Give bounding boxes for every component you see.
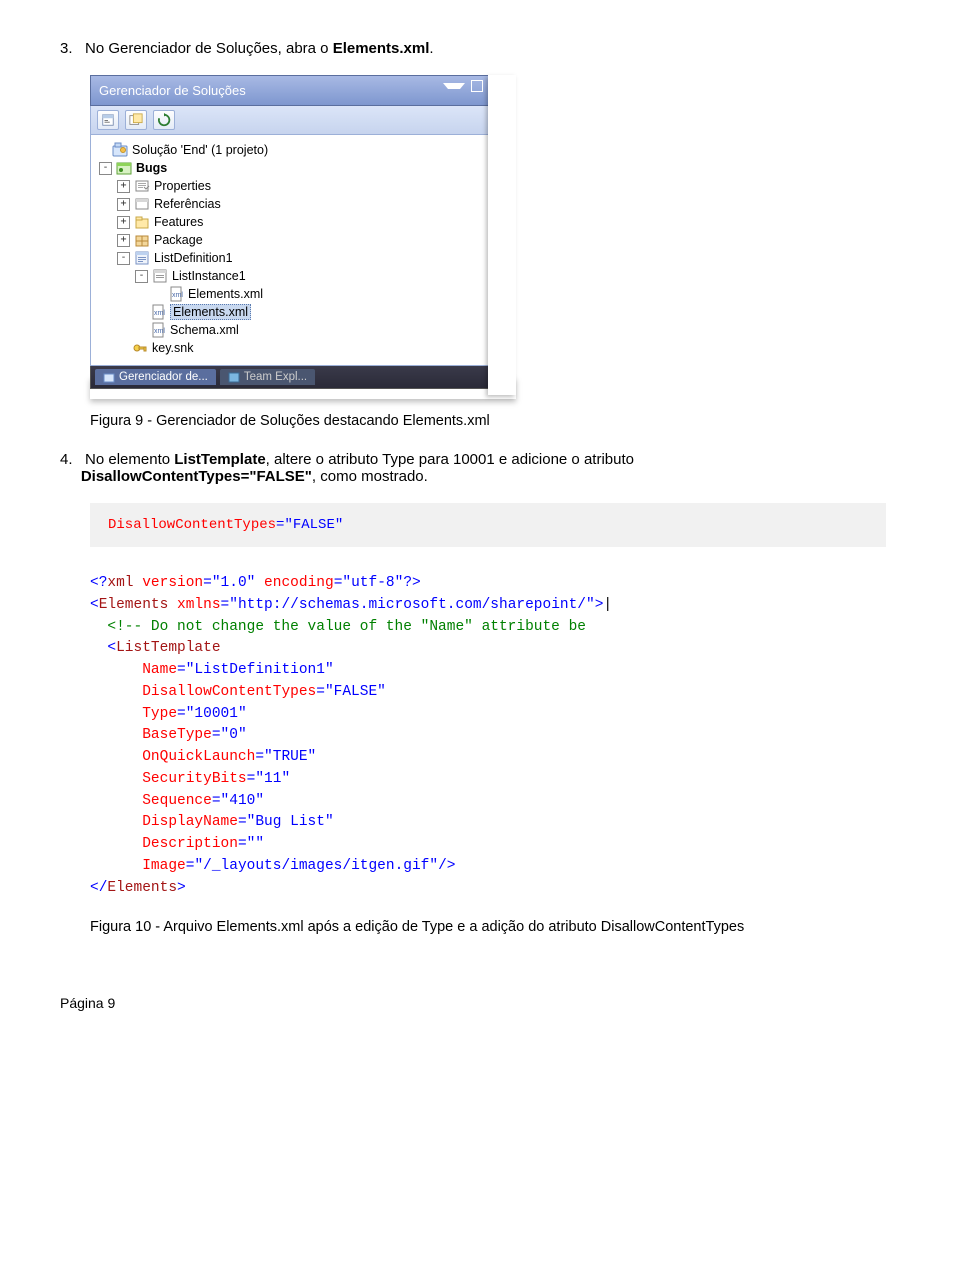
tree-item-elements-instance[interactable]: Elements.xml bbox=[188, 287, 263, 301]
tab-team-explorer[interactable]: Team Expl... bbox=[220, 369, 315, 385]
step-bold: DisallowContentTypes="FALSE" bbox=[81, 468, 312, 485]
panel-toolbar bbox=[90, 106, 510, 135]
panel-titlebar: Gerenciador de Soluções × bbox=[90, 75, 510, 106]
package-icon bbox=[134, 232, 150, 248]
step-3: 3. No Gerenciador de Soluções, abra o El… bbox=[60, 40, 900, 57]
tree-item-references[interactable]: Referências bbox=[154, 197, 221, 211]
figure-10-caption: Figura 10 - Arquivo Elements.xml após a … bbox=[90, 919, 900, 935]
listinstance-icon bbox=[152, 268, 168, 284]
tree-item-listdef[interactable]: ListDefinition1 bbox=[154, 251, 233, 265]
code-snippet-box: DisallowContentTypes="FALSE" bbox=[90, 503, 886, 547]
step-text: No elemento bbox=[85, 451, 174, 468]
expand-toggle[interactable]: - bbox=[135, 270, 148, 283]
xml-file-icon: xml bbox=[150, 304, 166, 320]
pin-icon[interactable] bbox=[471, 80, 483, 92]
xml-listing: <?xml version="1.0" encoding="utf-8"?> <… bbox=[90, 573, 900, 899]
solution-label[interactable]: Solução 'End' (1 projeto) bbox=[132, 143, 268, 157]
expand-toggle[interactable]: + bbox=[117, 234, 130, 247]
svg-text:xml: xml bbox=[154, 328, 165, 335]
bottom-tabs: Gerenciador de... Team Expl... bbox=[90, 366, 510, 389]
features-icon bbox=[134, 214, 150, 230]
references-icon bbox=[134, 196, 150, 212]
svg-text:xml: xml bbox=[172, 292, 183, 299]
step-bold: ListTemplate bbox=[174, 451, 265, 468]
tree-item-elements-selected[interactable]: Elements.xml bbox=[170, 304, 251, 320]
step-text: , como mostrado. bbox=[312, 468, 428, 485]
expand-toggle[interactable]: + bbox=[117, 216, 130, 229]
xml-file-icon: xml bbox=[150, 322, 166, 338]
tree-item-schema[interactable]: Schema.xml bbox=[170, 323, 239, 337]
project-label[interactable]: Bugs bbox=[136, 161, 167, 175]
tab-solution-explorer[interactable]: Gerenciador de... bbox=[95, 369, 216, 385]
solution-icon bbox=[112, 142, 128, 158]
toolbar-showall-button[interactable] bbox=[125, 110, 147, 130]
tree-item-features[interactable]: Features bbox=[154, 215, 203, 229]
listdef-icon bbox=[134, 250, 150, 266]
step-4: 4. No elemento ListTemplate, altere o at… bbox=[60, 451, 900, 485]
folder-icon bbox=[134, 178, 150, 194]
tree-view[interactable]: Solução 'End' (1 projeto) - Bugs + Prope… bbox=[90, 135, 510, 366]
dropdown-icon[interactable] bbox=[443, 83, 465, 101]
code-val: "FALSE" bbox=[284, 517, 343, 533]
step-bold: Elements.xml bbox=[333, 40, 430, 57]
tab-label: Gerenciador de... bbox=[119, 371, 208, 383]
tree-item-package[interactable]: Package bbox=[154, 233, 203, 247]
panel-title-text: Gerenciador de Soluções bbox=[99, 83, 246, 98]
expand-toggle[interactable]: + bbox=[117, 198, 130, 211]
xml-file-icon: xml bbox=[168, 286, 184, 302]
toolbar-refresh-button[interactable] bbox=[153, 110, 175, 130]
step-text: No Gerenciador de Soluções, abra o bbox=[85, 40, 333, 57]
key-icon bbox=[132, 340, 148, 356]
code-attr: DisallowContentTypes bbox=[108, 517, 276, 533]
page-footer: Página 9 bbox=[60, 995, 900, 1011]
tab-label: Team Expl... bbox=[244, 371, 307, 383]
step-text: , altere o atributo Type para 10001 e ad… bbox=[266, 451, 634, 468]
project-icon bbox=[116, 160, 132, 176]
toolbar-properties-button[interactable] bbox=[97, 110, 119, 130]
svg-text:xml: xml bbox=[154, 310, 165, 317]
step-suffix: . bbox=[429, 40, 433, 57]
close-icon[interactable]: × bbox=[489, 80, 501, 92]
tree-item-listinstance[interactable]: ListInstance1 bbox=[172, 269, 246, 283]
expand-toggle[interactable]: - bbox=[99, 162, 112, 175]
expand-toggle[interactable]: + bbox=[117, 180, 130, 193]
expand-toggle[interactable]: - bbox=[117, 252, 130, 265]
figure-9-caption: Figura 9 - Gerenciador de Soluções desta… bbox=[90, 413, 900, 429]
tree-item-key[interactable]: key.snk bbox=[152, 341, 193, 355]
step-number: 4. bbox=[60, 451, 73, 468]
tree-item-properties[interactable]: Properties bbox=[154, 179, 211, 193]
step-number: 3. bbox=[60, 40, 73, 57]
solution-explorer-panel: Gerenciador de Soluções × Solução 'End' … bbox=[90, 75, 510, 389]
